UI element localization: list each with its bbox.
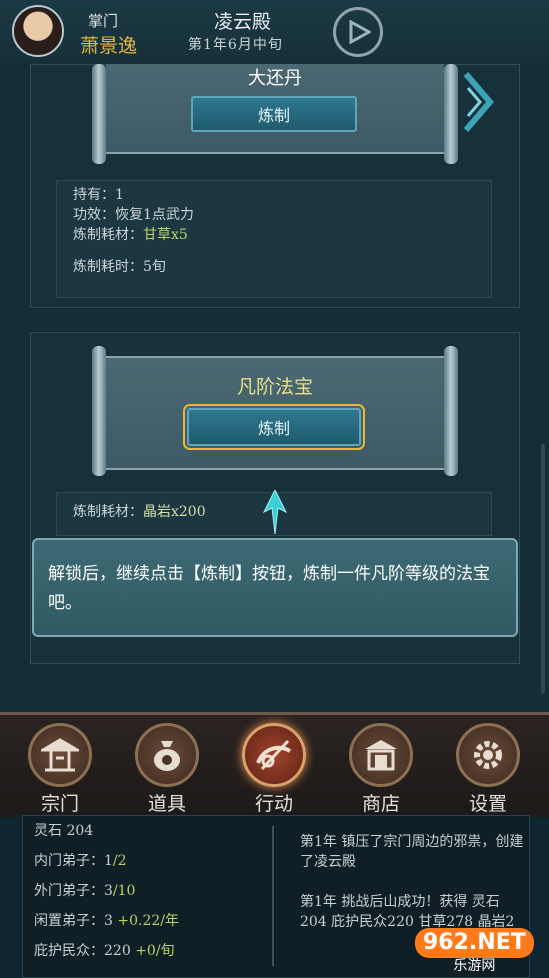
nav-sect[interactable]: 宗门 (24, 723, 96, 816)
watermark-sub: 乐游网 (453, 958, 496, 974)
stat-value: 3 (104, 883, 113, 899)
nav-action[interactable]: 行动 (238, 723, 310, 816)
craft-button-1[interactable]: 炼制 (191, 96, 357, 132)
watermark-logo: 962.NET 乐游网 (415, 928, 534, 974)
stat-value: 1 (104, 853, 113, 869)
effect-text: 功效：恢复1点武力 (73, 207, 194, 223)
stat-value: 3 (104, 913, 113, 929)
craft-button-2[interactable]: 炼制 (183, 404, 365, 450)
log-entry: 第1年 镇压了宗门周边的邪祟，创建了凌云殿 (300, 834, 524, 870)
material-label: 炼制耗材： (73, 227, 143, 243)
stat-max: /10 (112, 883, 136, 899)
nav-shop[interactable]: 商店 (345, 723, 417, 816)
top-bar: 掌门 萧景逸 凌云殿 第1年6月中旬 (0, 0, 549, 65)
nav-label: 行动 (254, 793, 293, 815)
nav-label: 宗门 (40, 793, 79, 815)
holding-text: 持有：1 (73, 187, 124, 203)
scrollbar[interactable] (541, 444, 545, 694)
inner-disciples: 内门弟子：1/2 (34, 850, 127, 870)
game-date: 第1年6月中旬 (188, 37, 283, 53)
play-button[interactable] (333, 7, 383, 57)
item-info-1: 持有：1 功效：恢复1点武力 炼制耗材：甘草x5 炼制耗时：5旬 (56, 180, 492, 298)
player-role: 掌门 (88, 12, 119, 30)
watermark-brand: 962.NET (415, 928, 534, 958)
stat-max: /2 (112, 853, 127, 869)
stat-rate: +0.22/年 (117, 913, 179, 929)
protected-people: 庇护民众：220 +0/旬 (34, 940, 175, 960)
material-row: 炼制耗材：甘草x5 (73, 225, 475, 245)
stat-label: 外门弟子： (34, 883, 104, 899)
item-name-1: 大还丹 (248, 68, 302, 89)
pointer-arrow-icon (262, 488, 288, 538)
sect-name: 凌云殿 (214, 11, 272, 33)
stat-value: 220 (104, 943, 131, 959)
scroll-rod-right (444, 346, 458, 476)
stat-label: 闲置弟子： (34, 913, 104, 929)
gear-icon (456, 723, 520, 787)
divider (272, 826, 274, 966)
next-arrow-icon[interactable] (460, 70, 496, 138)
nav-label: 道具 (147, 793, 186, 815)
item-name-2: 凡阶法宝 (236, 376, 313, 398)
spirit-stone-count: 灵石 204 (34, 823, 94, 839)
stat-label: 庇护民众： (34, 943, 104, 959)
material-value: 晶岩x200 (143, 504, 206, 520)
stat-label: 内门弟子： (34, 853, 104, 869)
bag-icon (135, 723, 199, 787)
player-name: 萧景逸 (80, 35, 138, 57)
nav-settings[interactable]: 设置 (452, 723, 524, 816)
nav-items[interactable]: 道具 (131, 723, 203, 816)
material-value: 甘草x5 (143, 227, 188, 243)
avatar[interactable] (12, 5, 64, 57)
outer-disciples: 外门弟子：3/10 (34, 880, 135, 900)
stat-rate: +0/旬 (135, 943, 175, 959)
scroll-rod-right (444, 64, 458, 164)
shop-icon (349, 723, 413, 787)
scroll-rod-left (92, 346, 106, 476)
material-label: 炼制耗材： (73, 504, 143, 520)
craft-time-text: 炼制耗时：5旬 (73, 259, 166, 275)
pavilion-icon (28, 723, 92, 787)
bottom-nav: 宗门 道具 行动 商店 设置 (0, 712, 549, 817)
idle-disciples: 闲置弟子：3 +0.22/年 (34, 910, 179, 930)
tutorial-dialog: 解锁后，继续点击【炼制】按钮，炼制一件凡阶等级的法宝吧。 (32, 538, 518, 637)
scroll-rod-left (92, 64, 106, 164)
nav-label: 设置 (468, 793, 507, 815)
nav-label: 商店 (361, 793, 400, 815)
play-icon (349, 20, 371, 44)
sword-icon (242, 723, 306, 787)
